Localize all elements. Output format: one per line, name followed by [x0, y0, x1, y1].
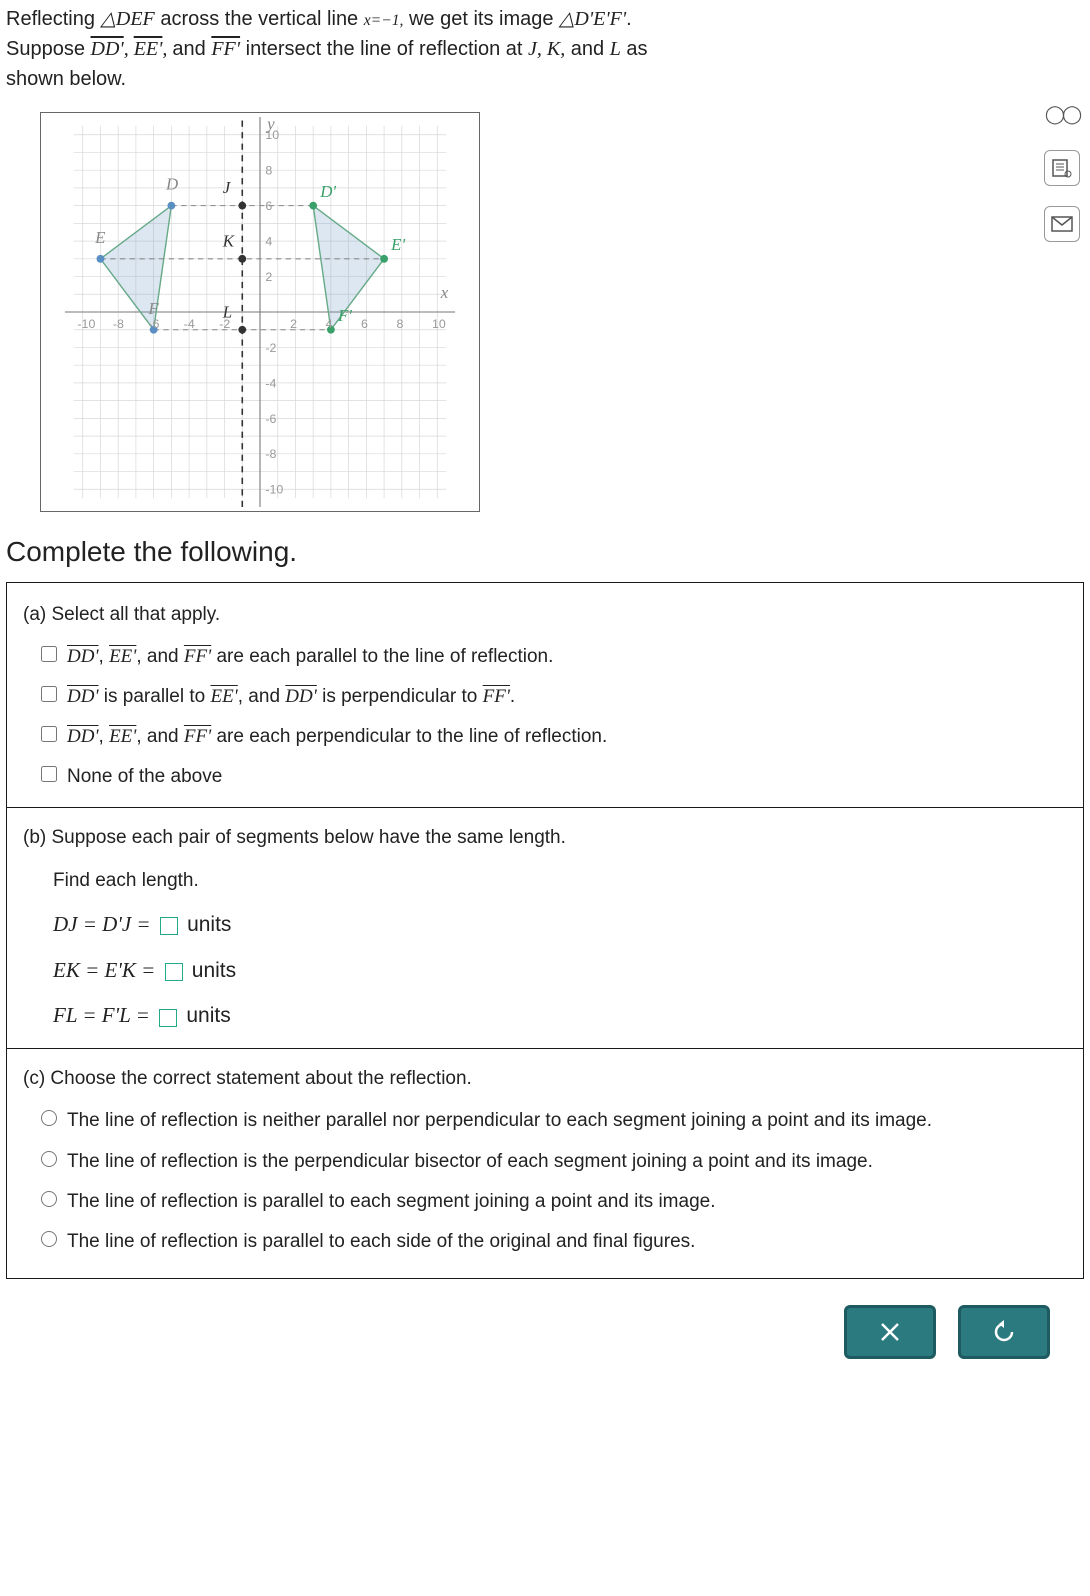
svg-text:-6: -6 [148, 317, 159, 331]
svg-text:y: y [265, 117, 275, 133]
svg-text:-10: -10 [265, 483, 283, 497]
part-c-option-1[interactable]: The line of reflection is neither parall… [41, 1103, 1067, 1139]
eq-ek: EK = E'K = units [53, 951, 1067, 991]
svg-text:10: 10 [432, 317, 446, 331]
eq-fl: FL = F'L = units [53, 996, 1067, 1036]
reset-button[interactable] [958, 1305, 1050, 1359]
svg-text:-4: -4 [184, 317, 195, 331]
part-a-option-3[interactable]: DD', EE', and FF' are each perpendicular… [41, 719, 1067, 755]
part-a-option-1[interactable]: DD', EE', and FF' are each parallel to t… [41, 639, 1067, 675]
svg-text:F: F [147, 299, 159, 318]
problem-statement: Reflecting △DEF across the vertical line… [0, 0, 1090, 104]
complete-heading: Complete the following. [0, 530, 1090, 582]
part-c-label: (c) Choose the correct statement about t… [23, 1061, 1067, 1097]
svg-text:-10: -10 [77, 317, 95, 331]
mail-icon[interactable] [1044, 206, 1080, 242]
input-fl[interactable] [159, 1009, 177, 1027]
part-b-label: (b) Suppose each pair of segments below … [23, 820, 1067, 856]
input-ek[interactable] [165, 963, 183, 981]
close-button[interactable] [844, 1305, 936, 1359]
part-a-label: (a) Select all that apply. [23, 597, 1067, 633]
svg-text:x: x [440, 283, 449, 302]
svg-text:E: E [94, 228, 106, 247]
coordinate-graph: DEFD'E'F'JKL-10-10-8-8-6-6-4-4-2-2224466… [40, 112, 480, 512]
glasses-icon[interactable]: ◯◯ [1044, 96, 1080, 132]
part-c-option-2[interactable]: The line of reflection is the perpendicu… [41, 1144, 1067, 1180]
svg-text:F': F' [337, 306, 352, 325]
svg-text:8: 8 [265, 164, 272, 178]
eq-dj: DJ = D'J = units [53, 905, 1067, 945]
svg-text:K: K [222, 231, 235, 250]
svg-text:8: 8 [397, 317, 404, 331]
svg-text:-8: -8 [113, 317, 124, 331]
svg-text:E': E' [390, 235, 405, 254]
part-b-sub: Find each length. [53, 863, 1067, 899]
svg-text:-6: -6 [265, 412, 276, 426]
input-dj[interactable] [160, 917, 178, 935]
svg-text:-4: -4 [265, 376, 276, 390]
svg-text:-2: -2 [265, 341, 276, 355]
part-a-option-2[interactable]: DD' is parallel to EE', and DD' is perpe… [41, 679, 1067, 715]
svg-text:4: 4 [265, 235, 272, 249]
svg-text:6: 6 [361, 317, 368, 331]
part-c-option-3[interactable]: The line of reflection is parallel to ea… [41, 1184, 1067, 1220]
svg-text:2: 2 [265, 270, 272, 284]
question-box: (a) Select all that apply. DD', EE', and… [6, 582, 1084, 1279]
part-a-option-4[interactable]: None of the above [41, 759, 1067, 795]
whiteboard-icon[interactable] [1044, 150, 1080, 186]
svg-text:-8: -8 [265, 447, 276, 461]
svg-text:D: D [165, 175, 178, 194]
svg-text:-2: -2 [219, 317, 230, 331]
svg-text:6: 6 [265, 199, 272, 213]
svg-text:D': D' [319, 182, 336, 201]
part-c-option-4[interactable]: The line of reflection is parallel to ea… [41, 1224, 1067, 1260]
svg-text:2: 2 [290, 317, 297, 331]
svg-text:4: 4 [326, 317, 333, 331]
